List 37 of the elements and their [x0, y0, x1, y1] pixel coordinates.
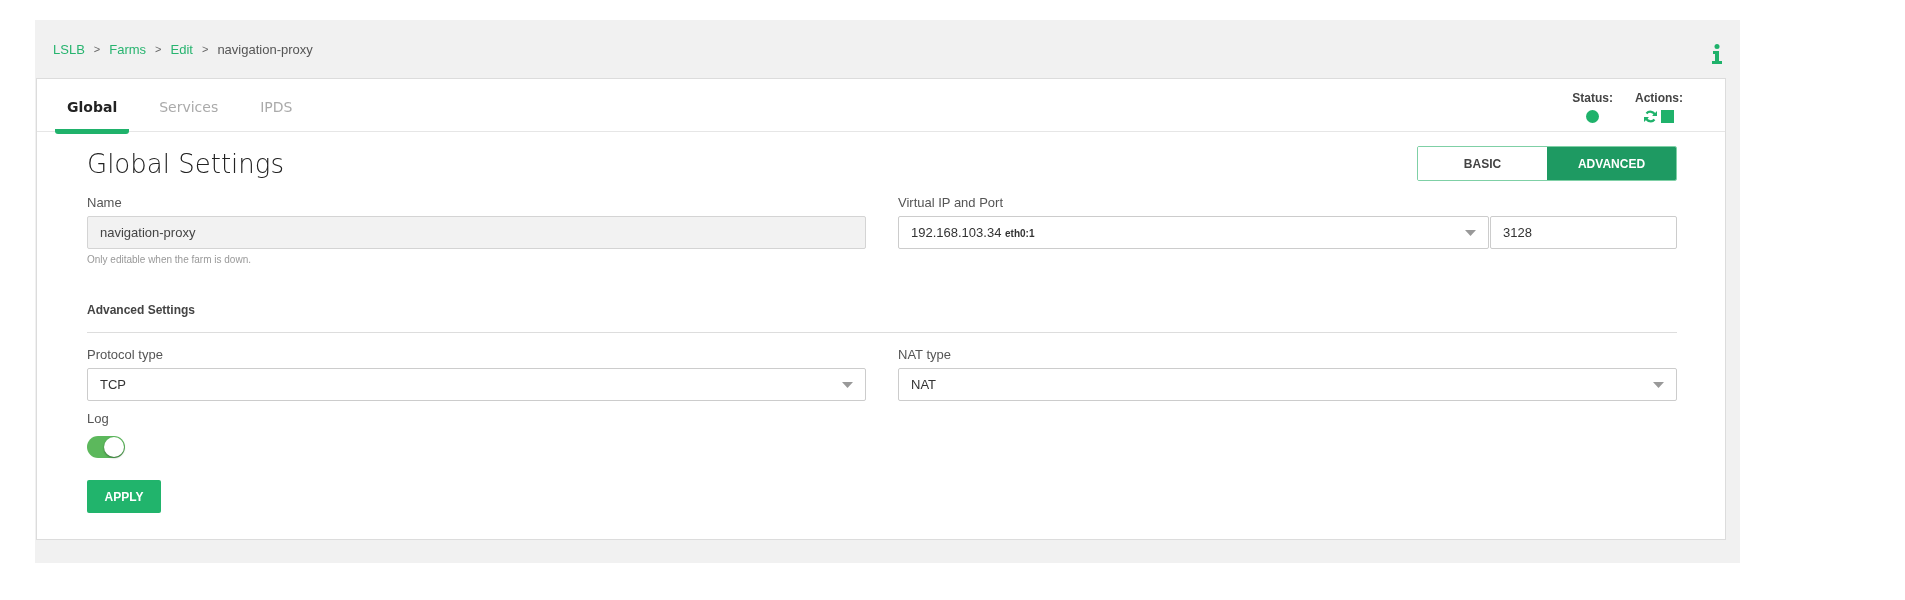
dropdown-value: 192.168.103.34 eth0:1 — [911, 225, 1035, 240]
refresh-icon[interactable] — [1644, 110, 1657, 123]
log-toggle[interactable] — [87, 436, 125, 458]
tab[interactable]: IPDS — [248, 99, 305, 134]
caret-icon — [1465, 229, 1476, 236]
status-label: Status: — [1572, 91, 1613, 105]
mode-button[interactable]: ADVANCED — [1547, 147, 1676, 180]
dropdown-value: TCP — [100, 377, 126, 392]
info-icon[interactable] — [1712, 44, 1722, 64]
actions-label: Actions: — [1635, 91, 1683, 105]
port-field[interactable]: 3128 — [1490, 216, 1677, 249]
breadcrumb-separator: > — [201, 43, 209, 55]
field-label: Virtual IP and Port — [898, 195, 1005, 210]
dropdown-value: NAT — [911, 377, 937, 392]
field-label: Log — [87, 411, 110, 426]
breadcrumb-link[interactable]: LSLB — [53, 41, 85, 57]
field-hint: Only editable when the farm is down. — [87, 254, 252, 265]
field-label: Name — [87, 195, 123, 210]
field-value: navigation-proxy — [100, 225, 196, 240]
caret-icon — [1653, 381, 1664, 388]
apply-button[interactable]: APPLY — [87, 480, 161, 513]
field-label: NAT type — [898, 347, 952, 362]
breadcrumb-current: navigation-proxy — [217, 41, 313, 57]
tab[interactable]: Global — [55, 99, 130, 134]
nat-dropdown[interactable]: NAT — [898, 368, 1677, 401]
breadcrumb-link[interactable]: Farms — [109, 41, 147, 57]
tab[interactable]: Services — [147, 99, 231, 134]
breadcrumb-separator: > — [155, 43, 162, 55]
page-title: Global Settings — [87, 148, 284, 179]
breadcrumb-link[interactable]: Edit — [170, 41, 193, 57]
virtual-ip-dropdown[interactable]: 192.168.103.34 eth0:1 — [898, 216, 1489, 249]
section-heading: Advanced Settings — [87, 303, 1677, 333]
breadcrumb-separator: > — [93, 43, 101, 55]
field-label: Protocol type — [87, 347, 164, 362]
field-value: 3128 — [1503, 225, 1532, 240]
protocol-dropdown[interactable]: TCP — [87, 368, 866, 401]
caret-icon — [842, 381, 853, 388]
